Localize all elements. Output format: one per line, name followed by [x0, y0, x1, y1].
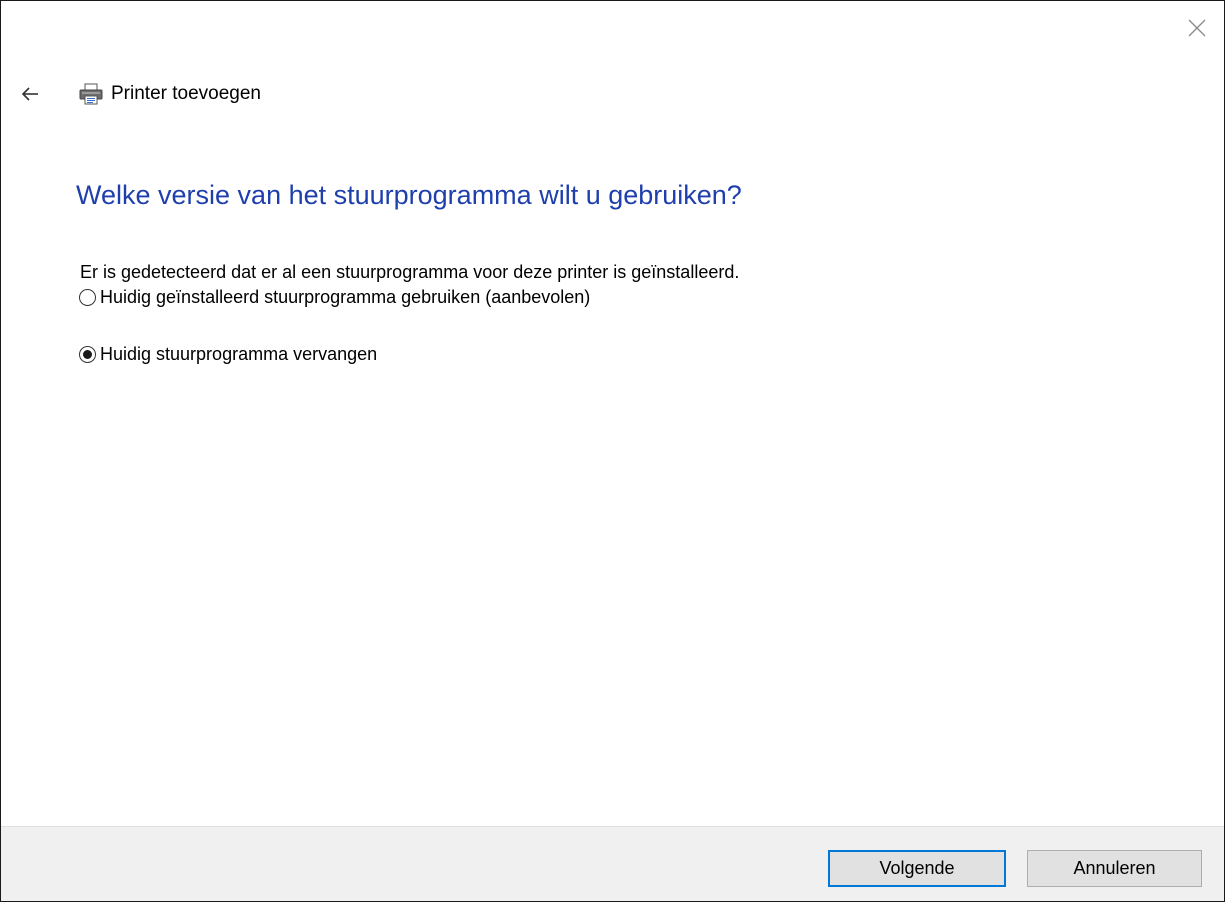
option-label: Huidig geïnstalleerd stuurprogramma gebr…: [100, 287, 591, 307]
back-arrow-icon: [21, 87, 38, 101]
close-button[interactable]: [1184, 15, 1210, 41]
add-printer-dialog: Printer toevoegen Welke versie van het s…: [0, 0, 1225, 902]
radio-use-installed-driver[interactable]: [79, 288, 96, 306]
option-replace-driver[interactable]: Huidig stuurprogramma vervangen: [79, 341, 377, 367]
cancel-button[interactable]: Annuleren: [1027, 850, 1202, 887]
close-icon: [1188, 19, 1206, 37]
wizard-title: Printer toevoegen: [111, 83, 261, 104]
description-text: Er is gedetecteerd dat er al een stuurpr…: [80, 262, 740, 282]
radio-replace-driver[interactable]: [79, 345, 96, 363]
printer-icon: [77, 81, 105, 107]
option-use-installed-driver[interactable]: Huidig geïnstalleerd stuurprogramma gebr…: [79, 284, 590, 310]
option-label: Huidig stuurprogramma vervangen: [100, 344, 378, 364]
wizard-header: Printer toevoegen: [19, 79, 261, 109]
radio-selected-dot: [83, 349, 92, 359]
back-button[interactable]: [19, 83, 41, 105]
next-button[interactable]: Volgende: [828, 850, 1006, 887]
page-heading: Welke versie van het stuurprogramma wilt…: [76, 180, 742, 210]
dialog-footer: Volgende Annuleren: [1, 826, 1224, 901]
